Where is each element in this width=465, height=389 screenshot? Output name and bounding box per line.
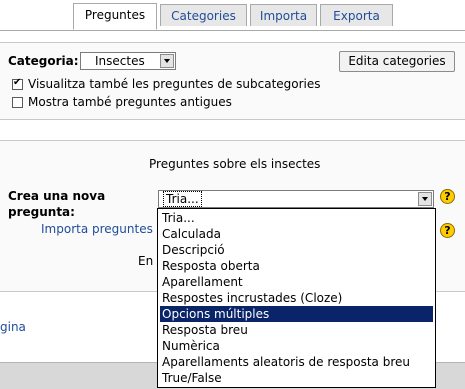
- tab-importa[interactable]: Importa: [250, 4, 317, 26]
- dropdown-option[interactable]: Numèrica: [160, 338, 433, 354]
- partial-text: En: [138, 254, 154, 268]
- chevron-down-icon: [160, 54, 174, 68]
- show-old-label: Mostra també preguntes antigues: [28, 95, 232, 109]
- tab-preguntes[interactable]: Preguntes: [73, 3, 157, 30]
- chevron-down-icon: [418, 192, 432, 206]
- dropdown-option[interactable]: True/False: [160, 370, 433, 386]
- category-label: Categoria:: [8, 54, 79, 68]
- show-subcategories-checkbox[interactable]: [12, 77, 23, 90]
- tab-strip: Preguntes Categories Importa Exporta: [0, 0, 465, 31]
- category-select[interactable]: Insectes: [80, 52, 176, 70]
- show-subcategories-label: Visualitza també les preguntes de subcat…: [28, 77, 321, 91]
- dropdown-option[interactable]: Tria...: [160, 210, 433, 226]
- dropdown-option[interactable]: Resposta breu: [160, 322, 433, 338]
- page-link[interactable]: gina: [0, 320, 26, 334]
- panel-heading: Preguntes sobre els insectes: [149, 157, 321, 171]
- show-old-checkbox[interactable]: [12, 97, 23, 108]
- dropdown-option-selected[interactable]: Opcions múltiples: [160, 306, 433, 322]
- category-select-value: Insectes: [95, 54, 145, 68]
- help-icon[interactable]: ?: [440, 189, 455, 204]
- create-question-label: Crea una nova pregunta:: [8, 189, 106, 219]
- dropdown-option[interactable]: Aparellaments aleatoris de resposta breu: [160, 354, 433, 370]
- create-question-select[interactable]: Tria...: [158, 190, 434, 208]
- dropdown-option[interactable]: Aparellament: [160, 274, 433, 290]
- create-question-select-value: Tria...: [163, 191, 202, 207]
- tab-exporta[interactable]: Exporta: [320, 4, 393, 26]
- import-questions-link[interactable]: Importa preguntes d: [41, 222, 164, 236]
- question-type-dropdown[interactable]: Tria... Calculada Descripció Resposta ob…: [157, 208, 436, 388]
- help-icon[interactable]: ?: [440, 223, 455, 238]
- dropdown-option[interactable]: Respostes incrustades (Cloze): [160, 290, 433, 306]
- dropdown-option[interactable]: Resposta oberta: [160, 258, 433, 274]
- dropdown-option[interactable]: Descripció: [160, 242, 433, 258]
- tab-categories[interactable]: Categories: [160, 4, 247, 26]
- edit-categories-button[interactable]: Edita categories: [339, 51, 455, 72]
- dropdown-option[interactable]: Calculada: [160, 226, 433, 242]
